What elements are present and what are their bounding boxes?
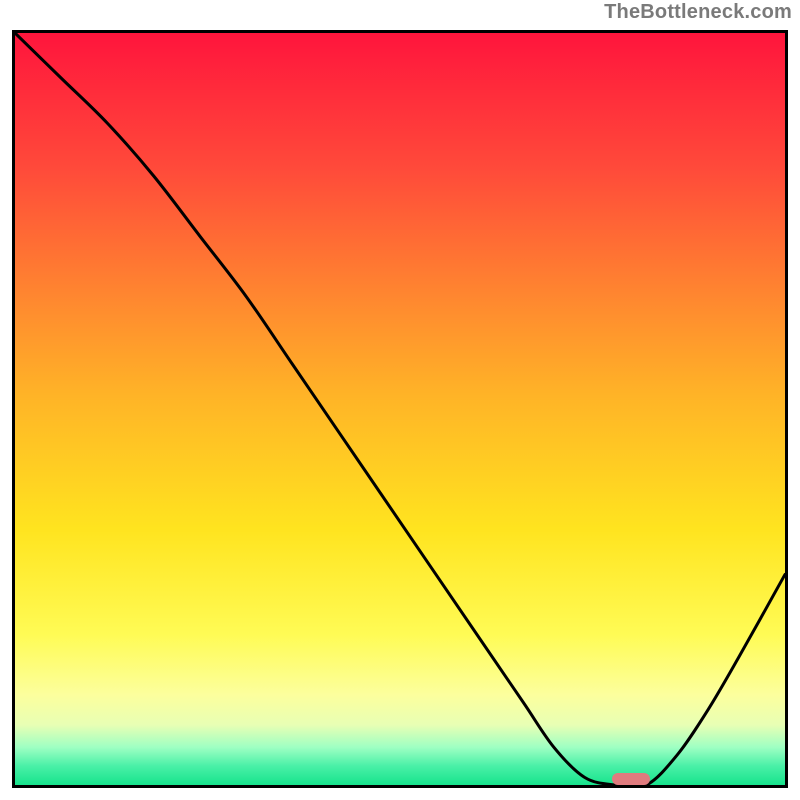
optimum-marker xyxy=(612,773,651,785)
chart-container: TheBottleneck.com xyxy=(0,0,800,800)
watermark-text: TheBottleneck.com xyxy=(604,2,792,22)
curve-line xyxy=(15,33,785,785)
bottleneck-curve-chart xyxy=(12,30,788,788)
